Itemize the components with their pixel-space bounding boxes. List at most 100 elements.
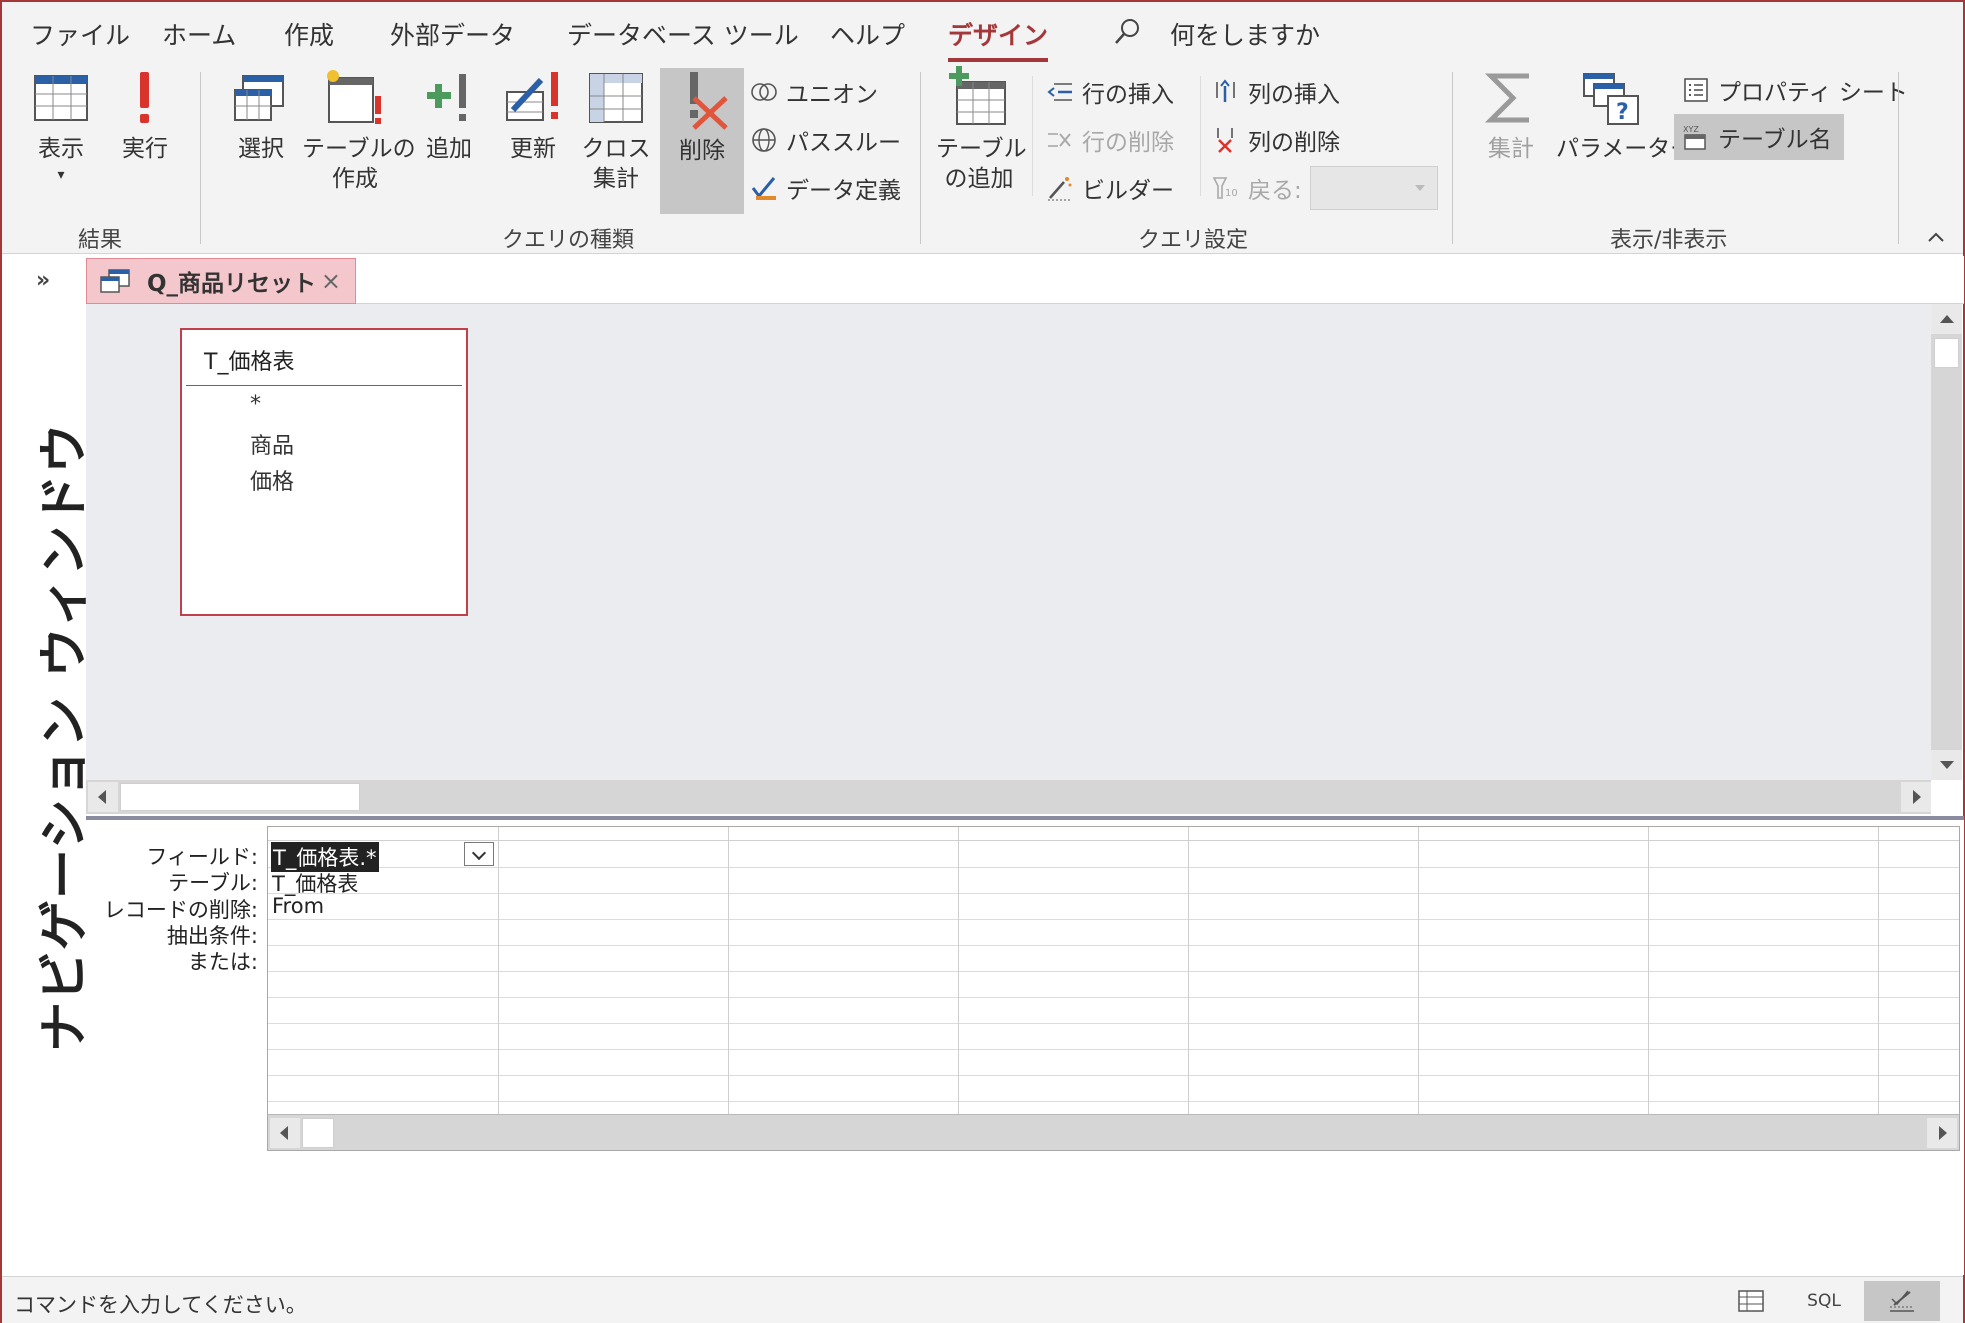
table-names-button[interactable]: XYZ テーブル名 [1674, 114, 1844, 160]
union-label: ユニオン [786, 82, 878, 108]
table-field-list[interactable]: T_価格表 * 商品 価格 [180, 328, 468, 616]
tab-external-data[interactable]: 外部データ [390, 16, 515, 52]
delete-query-button[interactable]: 削除 [660, 68, 744, 214]
append-icon [427, 74, 466, 121]
append-label: 追加 [426, 136, 472, 162]
grid-horizontal-scrollbar[interactable] [268, 1114, 1959, 1150]
tab-help[interactable]: ヘルプ [830, 16, 905, 52]
collapse-ribbon-icon[interactable] [1927, 228, 1945, 246]
row-label-or: または: [187, 950, 258, 974]
select-label: 選択 [238, 136, 284, 162]
insert-rows-button[interactable]: 行の挿入 [1046, 74, 1174, 110]
insert-columns-button[interactable]: 列の挿入 [1212, 74, 1340, 110]
select-query-button[interactable]: 選択 [224, 66, 298, 164]
scroll-up-arrow-icon[interactable] [1931, 304, 1962, 334]
pass-through-label: パススルー [786, 130, 901, 156]
scroll-right-arrow-icon[interactable] [1901, 782, 1931, 812]
builder-label: ビルダー [1082, 178, 1174, 204]
sql-view-button[interactable]: SQL [1802, 1281, 1846, 1321]
view-button[interactable]: 表示 ▾ [24, 66, 98, 182]
parameters-button[interactable]: ? パラメーター [1556, 66, 1693, 164]
builder-button[interactable]: ビルダー [1046, 170, 1174, 206]
tab-file[interactable]: ファイル [30, 16, 130, 52]
tab-database-tools[interactable]: データベース ツール [567, 16, 799, 52]
group-separator [200, 72, 201, 244]
group-separator [1452, 72, 1453, 244]
field-item-all[interactable]: * [250, 392, 261, 417]
tab-design[interactable]: デザイン [948, 16, 1049, 62]
field-list-title[interactable]: T_価格表 [204, 344, 294, 376]
run-button[interactable]: 実行 [108, 66, 182, 164]
delete-rows-label: 行の削除 [1082, 130, 1174, 156]
delete-columns-button[interactable]: 列の削除 [1212, 122, 1340, 158]
make-table-icon [327, 70, 381, 124]
crosstab-query-button[interactable]: クロス 集計 [578, 66, 654, 194]
parameters-icon: ? [1583, 73, 1639, 125]
datasheet-view-icon [34, 75, 88, 121]
document-tab-query[interactable]: Q_商品リセット × [86, 258, 356, 304]
view-label: 表示 [38, 136, 84, 162]
union-button[interactable]: ユニオン [750, 74, 878, 110]
return-button: 10 戻る: [1212, 170, 1302, 206]
table-names-label: テーブル名 [1718, 127, 1832, 153]
field-dropdown-chevron-icon[interactable] [464, 842, 494, 866]
update-label: 更新 [510, 136, 556, 162]
data-definition-label: データ定義 [786, 178, 901, 204]
svg-text:XYZ: XYZ [1683, 125, 1699, 134]
table-names-icon: XYZ [1683, 125, 1706, 150]
field-item-price[interactable]: 価格 [250, 464, 294, 496]
data-definition-button[interactable]: データ定義 [750, 170, 901, 206]
make-table-label-1: テーブルの [302, 136, 416, 162]
document-tab-title: Q_商品リセット [147, 271, 317, 297]
insert-rows-icon [1047, 83, 1072, 101]
inner-separator [1200, 76, 1201, 196]
pass-through-button[interactable]: パススルー [750, 122, 901, 158]
document-tab-bar [86, 256, 1964, 304]
design-view-icon [1890, 1290, 1914, 1312]
nav-pane-toggle[interactable]: » [36, 268, 50, 293]
totals-label: 集計 [1488, 136, 1534, 162]
scroll-down-arrow-icon[interactable] [1931, 750, 1962, 780]
property-sheet-label: プロパティ シート [1718, 80, 1908, 106]
add-table-label-2: の追加 [944, 166, 1014, 192]
upper-horizontal-scrollbar[interactable] [86, 780, 1931, 814]
totals-button[interactable]: 集計 [1474, 66, 1548, 164]
add-table-button[interactable]: テーブル の追加 [936, 66, 1027, 194]
design-view-button[interactable] [1864, 1281, 1940, 1321]
grid-delete-cell[interactable]: From [272, 894, 324, 918]
upper-vertical-scrollbar[interactable] [1931, 304, 1962, 780]
group-label-results: 結果 [78, 228, 123, 253]
search-icon[interactable] [1114, 17, 1142, 45]
scroll-thumb[interactable] [1934, 338, 1959, 368]
property-sheet-button[interactable]: プロパティ シート [1682, 72, 1908, 108]
scroll-left-arrow-icon[interactable] [270, 1118, 300, 1148]
tell-me-search[interactable]: 何をしますか [1170, 16, 1320, 52]
append-query-button[interactable]: 追加 [416, 66, 482, 164]
add-table-label-1: テーブル [936, 136, 1027, 162]
scroll-thumb[interactable] [302, 1118, 334, 1148]
top-values-icon: 10 [1212, 177, 1238, 199]
close-tab-icon[interactable]: × [321, 267, 341, 295]
scroll-left-arrow-icon[interactable] [88, 782, 118, 812]
tab-create[interactable]: 作成 [284, 16, 334, 52]
datasheet-view-button[interactable] [1730, 1281, 1772, 1321]
group-label-query-type: クエリの種類 [502, 228, 635, 253]
insert-rows-label: 行の挿入 [1082, 82, 1174, 108]
tab-home[interactable]: ホーム [162, 16, 236, 52]
field-item-product[interactable]: 商品 [250, 428, 294, 460]
delete-rows-button[interactable]: 行の削除 [1046, 122, 1174, 158]
update-query-button[interactable]: 更新 [496, 66, 570, 164]
run-exclamation-icon [140, 72, 149, 123]
view-dropdown-icon[interactable]: ▾ [24, 168, 98, 182]
sigma-icon [1484, 73, 1529, 123]
menu-bar: ファイル ホーム 作成 外部データ データベース ツール ヘルプ デザイン 何を… [2, 2, 1963, 62]
make-table-button[interactable]: テーブルの 作成 [302, 66, 416, 194]
group-separator [1898, 72, 1899, 244]
status-bar: コマンドを入力してください。 SQL [2, 1276, 1963, 1323]
scroll-thumb[interactable] [120, 783, 360, 811]
grid-column-selector-row[interactable] [268, 827, 1959, 841]
update-pencil-icon [506, 72, 558, 121]
scroll-right-arrow-icon[interactable] [1927, 1118, 1957, 1148]
design-grid[interactable]: T_価格表.* T_価格表 From [267, 826, 1960, 1151]
run-label: 実行 [122, 136, 168, 162]
